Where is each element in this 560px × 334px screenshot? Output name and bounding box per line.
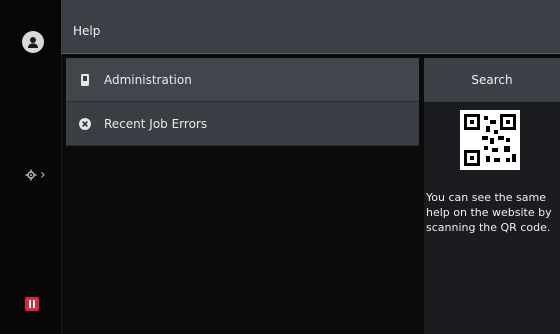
list-item-label: Recent Job Errors (104, 116, 208, 131)
qr-code-icon (460, 110, 520, 170)
device-icon (78, 73, 92, 87)
user-icon (28, 37, 38, 48)
help-topic-list: Administration Recent Job Errors (66, 58, 419, 150)
left-rail: › (0, 0, 62, 334)
pause-icon (29, 300, 31, 308)
user-avatar-icon[interactable] (22, 31, 44, 53)
list-item-recent-job-errors[interactable]: Recent Job Errors (66, 102, 419, 146)
settings-drawer-handle[interactable]: › (25, 164, 59, 186)
chevron-right-icon: › (40, 167, 46, 183)
search-button[interactable]: Search (424, 58, 560, 102)
pause-button[interactable] (25, 297, 39, 311)
page-title: Help (73, 24, 101, 38)
error-circle-icon (78, 117, 92, 131)
list-item-label: Administration (104, 72, 192, 87)
help-info-panel: Search You can see the same help on the … (424, 58, 560, 334)
qr-help-text: You can see the same help on the website… (426, 191, 552, 234)
list-item-administration[interactable]: Administration (66, 58, 419, 102)
gear-icon (25, 169, 37, 181)
header-bar: Help (61, 0, 560, 54)
